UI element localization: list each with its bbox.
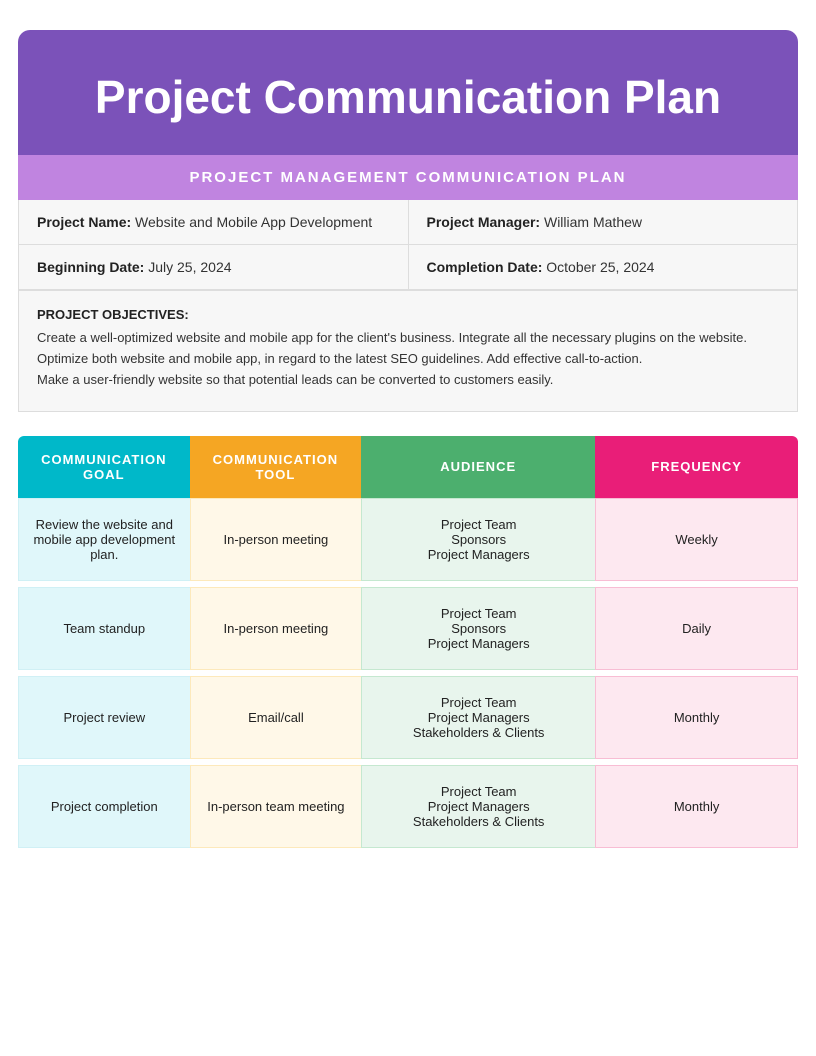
info-row-dates: Beginning Date: July 25, 2024 Completion… (19, 245, 797, 290)
cell-audience: Project TeamSponsorsProject Managers (361, 498, 595, 581)
project-name-cell: Project Name: Website and Mobile App Dev… (19, 200, 409, 244)
objectives-box: PROJECT OBJECTIVES: Create a well-optimi… (18, 291, 798, 411)
cell-goal: Project completion (18, 765, 190, 848)
page-title: Project Communication Plan (48, 70, 768, 125)
beginning-date-cell: Beginning Date: July 25, 2024 (19, 245, 409, 289)
project-manager-cell: Project Manager: William Mathew (409, 200, 798, 244)
table-row: Project completionIn-person team meeting… (18, 765, 798, 848)
table-row: Review the website and mobile app develo… (18, 498, 798, 581)
cell-goal: Project review (18, 676, 190, 759)
beginning-date-value: July 25, 2024 (148, 259, 231, 275)
cell-audience: Project TeamProject ManagersStakeholders… (361, 676, 595, 759)
completion-date-cell: Completion Date: October 25, 2024 (409, 245, 798, 289)
cell-frequency: Monthly (595, 765, 798, 848)
header-subtitle-bar: PROJECT MANAGEMENT COMMUNICATION PLAN (18, 155, 798, 200)
cell-tool: In-person team meeting (190, 765, 362, 848)
cell-goal: Team standup (18, 587, 190, 670)
project-manager-value: William Mathew (544, 214, 642, 230)
table-row: Project reviewEmail/callProject TeamProj… (18, 676, 798, 759)
page-container: Project Communication Plan PROJECT MANAG… (18, 0, 798, 888)
cell-frequency: Weekly (595, 498, 798, 581)
th-goal: COMMUNICATION GOAL (18, 436, 190, 498)
beginning-date-label: Beginning Date: (37, 259, 144, 275)
th-tool: COMMUNICATION TOOL (190, 436, 362, 498)
objectives-title: PROJECT OBJECTIVES: (37, 307, 779, 322)
cell-frequency: Monthly (595, 676, 798, 759)
cell-frequency: Daily (595, 587, 798, 670)
cell-tool: In-person meeting (190, 587, 362, 670)
cell-tool: Email/call (190, 676, 362, 759)
completion-date-label: Completion Date: (427, 259, 543, 275)
cell-audience: Project TeamProject ManagersStakeholders… (361, 765, 595, 848)
objectives-text: Create a well-optimized website and mobi… (37, 328, 779, 390)
project-name-label: Project Name: (37, 214, 131, 230)
info-row-name-manager: Project Name: Website and Mobile App Dev… (19, 200, 797, 245)
header-box: Project Communication Plan (18, 30, 798, 155)
th-audience: AUDIENCE (361, 436, 595, 498)
cell-goal: Review the website and mobile app develo… (18, 498, 190, 581)
info-grid: Project Name: Website and Mobile App Dev… (18, 200, 798, 291)
table-row: Team standupIn-person meetingProject Tea… (18, 587, 798, 670)
project-name-value: Website and Mobile App Development (135, 214, 372, 230)
communication-table: COMMUNICATION GOAL COMMUNICATION TOOL AU… (18, 436, 798, 848)
completion-date-value: October 25, 2024 (546, 259, 654, 275)
table-header-row: COMMUNICATION GOAL COMMUNICATION TOOL AU… (18, 436, 798, 498)
th-frequency: FREQUENCY (595, 436, 798, 498)
cell-tool: In-person meeting (190, 498, 362, 581)
cell-audience: Project TeamSponsorsProject Managers (361, 587, 595, 670)
project-manager-label: Project Manager: (427, 214, 541, 230)
header-subtitle: PROJECT MANAGEMENT COMMUNICATION PLAN (189, 169, 626, 186)
